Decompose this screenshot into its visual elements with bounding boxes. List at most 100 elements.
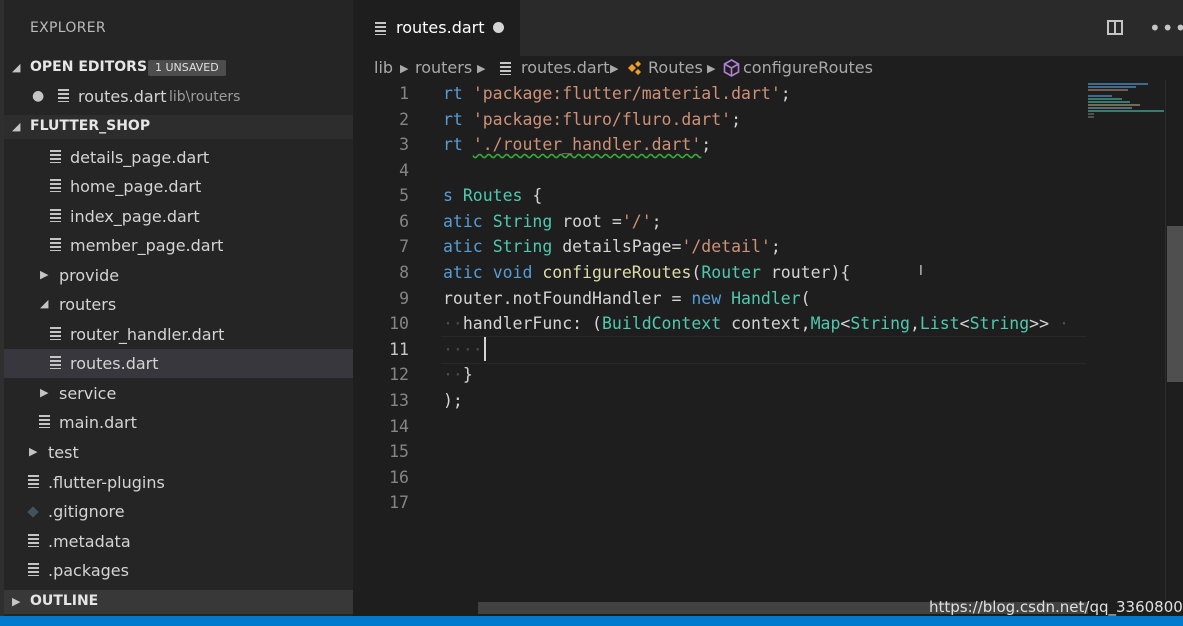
tree-folder-routers[interactable]: ◢ routers <box>4 290 353 319</box>
line-number: 2 <box>399 110 409 129</box>
chevron-down-icon: ◢ <box>12 120 21 133</box>
code-line: ); <box>443 391 463 410</box>
code-editor[interactable]: 1 2 3 4 5 6 7 8 9 10 11 12 13 14 15 16 1… <box>353 80 1088 600</box>
code-line: rt 'package:flutter/material.dart'; <box>443 84 791 103</box>
open-editor-item[interactable]: ● routes.dart lib\routers <box>4 82 353 111</box>
tree-item-packages[interactable]: .packages <box>4 556 353 585</box>
unsaved-dot-icon: ● <box>32 88 45 104</box>
git-icon <box>27 506 39 518</box>
current-line-highlight <box>441 336 1088 364</box>
breadcrumb-routers[interactable]: routers <box>415 58 472 77</box>
split-editor-icon[interactable] <box>1107 20 1123 35</box>
line-number: 12 <box>389 365 409 384</box>
minimap[interactable] <box>1086 80 1166 600</box>
breadcrumb-lib[interactable]: lib <box>374 58 393 77</box>
more-actions-icon[interactable]: ••• <box>1149 16 1183 40</box>
open-editors-label: OPEN EDITORS <box>30 59 148 75</box>
unsaved-dot-icon[interactable] <box>493 22 504 33</box>
tree-item-label: .packages <box>48 561 129 580</box>
tree-item-label: home_page.dart <box>70 177 202 196</box>
line-number: 3 <box>399 135 409 154</box>
open-editor-path: lib\routers <box>169 89 241 105</box>
tree-item-member-page[interactable]: member_page.dart <box>4 231 353 260</box>
tree-folder-service[interactable]: ▶ service <box>4 379 353 408</box>
chevron-right-icon: ▶ <box>40 386 49 399</box>
watermark-text: https://blog.csdn.net/qq_33608000 <box>929 598 1183 616</box>
file-icon <box>39 415 50 428</box>
chevron-right-icon: ▶ <box>477 62 486 75</box>
tree-item-flutter-plugins[interactable]: .flutter-plugins <box>4 468 353 497</box>
line-number: 5 <box>399 186 409 205</box>
tree-item-routes[interactable]: routes.dart <box>4 349 353 378</box>
chevron-right-icon: ▶ <box>400 62 409 75</box>
line-number: 16 <box>389 468 409 487</box>
tree-item-label: index_page.dart <box>70 207 200 226</box>
method-icon <box>723 59 740 77</box>
tree-item-main[interactable]: main.dart <box>4 408 353 437</box>
explorer-sidebar: EXPLORER ◢ OPEN EDITORS 1 UNSAVED ● rout… <box>0 0 353 616</box>
file-icon <box>28 534 39 547</box>
line-number: 7 <box>399 237 409 256</box>
breadcrumb-method[interactable]: configureRoutes <box>743 58 873 77</box>
outline-header[interactable]: ▶ OUTLINE <box>4 590 353 614</box>
line-number: 6 <box>399 212 409 231</box>
tab-bar: routes.dart ••• <box>353 0 1183 56</box>
tree-item-label: service <box>59 384 117 403</box>
file-icon <box>375 22 386 35</box>
project-label: FLUTTER_SHOP <box>30 118 151 134</box>
tree-item-label: .metadata <box>48 532 131 551</box>
code-line: atic String root ='/'; <box>443 212 662 231</box>
tree-item-label: .gitignore <box>48 502 125 521</box>
breadcrumb-class[interactable]: Routes <box>648 58 703 77</box>
code-line: atic void configureRoutes(Router router)… <box>443 263 851 282</box>
file-icon <box>50 150 61 163</box>
code-line: rt 'package:fluro/fluro.dart'; <box>443 110 742 129</box>
scrollbar-thumb[interactable] <box>1167 226 1183 382</box>
file-icon <box>50 327 61 340</box>
code-line: rt './router_handler.dart'; <box>443 135 712 154</box>
unsaved-badge: 1 UNSAVED <box>148 60 226 76</box>
tree-item-home-page[interactable]: home_page.dart <box>4 172 353 201</box>
file-icon <box>500 62 511 75</box>
tree-item-label: routers <box>59 295 117 314</box>
tree-item-gitignore[interactable]: .gitignore <box>4 497 353 526</box>
code-line: router.notFoundHandler = new Handler( <box>443 289 811 308</box>
line-number: 9 <box>399 289 409 308</box>
chevron-right-icon: ▶ <box>707 62 716 75</box>
file-icon <box>28 563 39 576</box>
tree-item-label: details_page.dart <box>70 148 210 167</box>
code-line: s Routes { <box>443 186 543 205</box>
project-header[interactable]: ◢ FLUTTER_SHOP <box>4 115 353 139</box>
tree-item-router-handler[interactable]: router_handler.dart <box>4 320 353 349</box>
file-icon <box>50 238 61 251</box>
tree-item-metadata[interactable]: .metadata <box>4 527 353 556</box>
tree-item-details-page[interactable]: details_page.dart <box>4 143 353 172</box>
code-line: ··} <box>443 365 473 384</box>
chevron-right-icon: ▶ <box>29 445 38 458</box>
text-cursor <box>484 337 486 361</box>
line-number: 4 <box>399 161 409 180</box>
tree-item-index-page[interactable]: index_page.dart <box>4 202 353 231</box>
line-number: 13 <box>389 391 409 410</box>
open-editor-filename: routes.dart <box>78 87 167 106</box>
chevron-right-icon: ▶ <box>12 595 21 608</box>
code-line: ···· <box>443 340 483 359</box>
tree-folder-provide[interactable]: ▶ provide <box>4 261 353 290</box>
vertical-scrollbar[interactable] <box>1165 80 1183 600</box>
open-editors-header[interactable]: ◢ OPEN EDITORS 1 UNSAVED <box>4 56 353 80</box>
tree-item-label: provide <box>59 266 120 285</box>
chevron-right-icon: ▶ <box>610 62 619 75</box>
tree-item-label: test <box>48 443 79 462</box>
line-number: 11 <box>389 340 409 359</box>
tab-routes-dart[interactable]: routes.dart <box>353 0 520 56</box>
file-icon <box>50 179 61 192</box>
tab-label: routes.dart <box>396 18 485 37</box>
mouse-ibeam-icon: I <box>919 264 923 279</box>
tree-folder-test[interactable]: ▶ test <box>4 438 353 467</box>
lint-warning: './router_handler.dart' <box>472 135 702 154</box>
chevron-down-icon: ◢ <box>40 297 49 310</box>
line-number: 15 <box>389 442 409 461</box>
line-number: 17 <box>389 493 409 512</box>
breadcrumb-file[interactable]: routes.dart <box>521 58 610 77</box>
tree-item-label: main.dart <box>59 413 137 432</box>
